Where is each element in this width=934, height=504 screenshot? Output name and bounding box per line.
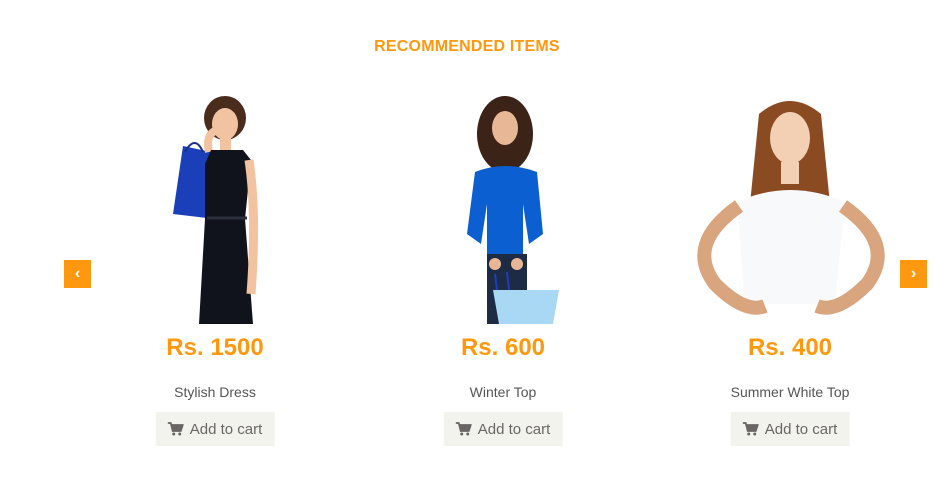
add-to-cart-label: Add to cart: [477, 420, 551, 438]
product-image: [388, 94, 618, 324]
add-to-cart-button[interactable]: Add to cart: [155, 412, 275, 446]
recommended-carousel: Rs. 1500 Stylish Dress Add to cart Rs. 6…: [0, 0, 934, 504]
product-name: Winter Top: [469, 384, 537, 400]
product-card: Rs. 1500 Stylish Dress Add to cart: [100, 0, 330, 504]
add-to-cart-button[interactable]: Add to cart: [730, 412, 850, 446]
add-to-cart-button[interactable]: Add to cart: [443, 412, 563, 446]
carousel-prev-button[interactable]: ‹: [64, 260, 91, 288]
product-price: Rs. 1500: [166, 334, 264, 361]
add-to-cart-label: Add to cart: [764, 420, 838, 438]
product-price: Rs. 600: [460, 334, 546, 361]
chevron-left-icon: ‹: [74, 265, 81, 282]
add-to-cart-label: Add to cart: [189, 420, 263, 438]
shopping-cart-icon: [167, 422, 184, 436]
product-name: Summer White Top: [730, 384, 850, 400]
product-name: Stylish Dress: [174, 384, 256, 400]
product-price: Rs. 400: [747, 334, 833, 361]
product-image: [675, 94, 905, 324]
chevron-right-icon: ›: [910, 265, 917, 282]
shopping-cart-icon: [742, 422, 759, 436]
product-card: Rs. 600 Winter Top Add to cart: [388, 0, 618, 504]
product-card: Rs. 400 Summer White Top Add to cart: [675, 0, 905, 504]
carousel-next-button[interactable]: ›: [900, 260, 927, 288]
product-image: [100, 94, 330, 324]
shopping-cart-icon: [455, 422, 472, 436]
